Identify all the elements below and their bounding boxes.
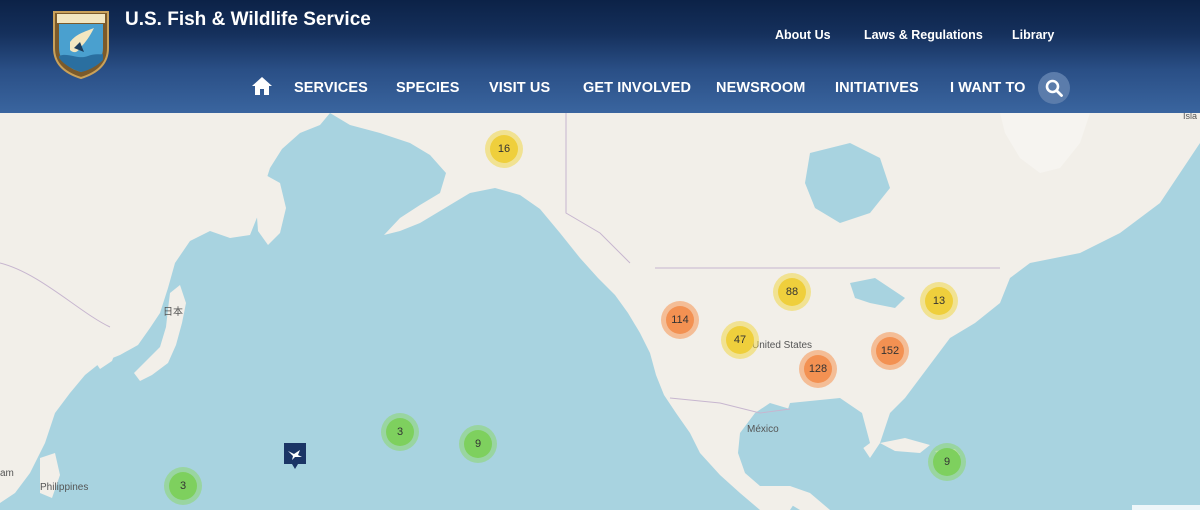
map-cluster[interactable]: 16 xyxy=(485,130,523,168)
map-cluster[interactable]: 9 xyxy=(928,443,966,481)
home-icon[interactable] xyxy=(251,76,273,96)
cluster-count: 47 xyxy=(726,326,754,354)
util-link-library[interactable]: Library xyxy=(1012,28,1054,42)
fws-logo[interactable] xyxy=(50,8,112,80)
cluster-count: 3 xyxy=(169,472,197,500)
cluster-count: 9 xyxy=(933,448,961,476)
cluster-count: 3 xyxy=(386,418,414,446)
map-cluster[interactable]: 88 xyxy=(773,273,811,311)
cluster-count: 9 xyxy=(464,430,492,458)
cluster-count: 114 xyxy=(666,306,694,334)
cluster-count: 16 xyxy=(490,135,518,163)
map-cluster[interactable]: 114 xyxy=(661,301,699,339)
main-nav: SERVICES SPECIES VISIT US GET INVOLVED N… xyxy=(0,72,1200,108)
nav-initiatives[interactable]: INITIATIVES xyxy=(835,80,919,96)
map-view[interactable]: 日本 United States México Philippines am I… xyxy=(0,113,1200,510)
nav-visit-us[interactable]: VISIT US xyxy=(489,80,550,96)
utility-nav: About Us Laws & Regulations Library xyxy=(0,28,1200,44)
map-label-right-edge: Isla xyxy=(1183,113,1198,121)
cluster-count: 128 xyxy=(804,355,832,383)
map-label-japan: 日本 xyxy=(163,307,183,318)
map-label-united-states: United States xyxy=(752,340,813,351)
map-cluster[interactable]: 128 xyxy=(799,350,837,388)
map-cluster[interactable]: 13 xyxy=(920,282,958,320)
fws-location-marker-icon[interactable] xyxy=(283,442,307,470)
map-label-left-edge: am xyxy=(0,468,14,479)
cluster-count: 88 xyxy=(778,278,806,306)
nav-services[interactable]: SERVICES xyxy=(294,80,368,96)
map-cluster[interactable]: 3 xyxy=(381,413,419,451)
nav-species[interactable]: SPECIES xyxy=(396,80,460,96)
map-cluster[interactable]: 47 xyxy=(721,321,759,359)
cluster-count: 13 xyxy=(925,287,953,315)
map-cluster[interactable]: 9 xyxy=(459,425,497,463)
util-link-laws-regulations[interactable]: Laws & Regulations xyxy=(864,28,983,42)
map-attribution xyxy=(1132,505,1200,510)
cluster-count: 152 xyxy=(876,337,904,365)
nav-get-involved[interactable]: GET INVOLVED xyxy=(583,80,691,96)
map-cluster[interactable]: 3 xyxy=(164,467,202,505)
search-icon xyxy=(1045,79,1063,97)
search-button[interactable] xyxy=(1038,72,1070,104)
map-label-mexico: México xyxy=(747,424,779,435)
nav-newsroom[interactable]: NEWSROOM xyxy=(716,80,805,96)
nav-i-want-to[interactable]: I WANT TO xyxy=(950,80,1026,96)
map-label-philippines: Philippines xyxy=(40,482,89,493)
site-header: U.S. Fish & Wildlife Service About Us La… xyxy=(0,0,1200,113)
map-cluster[interactable]: 152 xyxy=(871,332,909,370)
util-link-about-us[interactable]: About Us xyxy=(775,28,831,42)
